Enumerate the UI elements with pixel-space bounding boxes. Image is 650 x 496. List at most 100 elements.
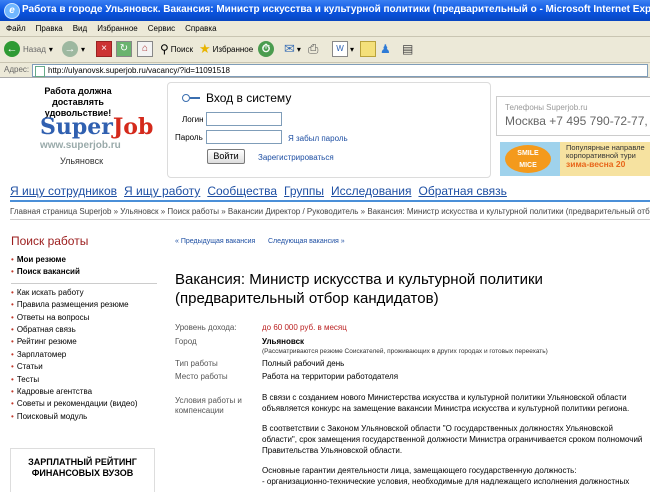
sidebar-item-label: Поисковый модуль [16,411,88,421]
address-bar: Адрес: http://ulyanovsk.superjob.ru/vaca… [0,63,650,78]
promo-text: Популярные направле корпоративной тури зим… [566,144,645,169]
sidebar-item[interactable]: • Как искать работу [11,287,161,299]
sidebar-item-my-resumes[interactable]: • Мои резюме [11,254,161,266]
home-button[interactable]: ⌂ [137,40,153,58]
prev-vacancy-link[interactable]: « Предыдущая вакансия [175,238,255,245]
favorites-button[interactable]: ★ Избранное [199,40,253,58]
research-button[interactable]: ▤ [402,40,413,58]
sidebar-item[interactable]: • Поисковый модуль [11,411,161,423]
sidebar-item-label: Обратная связь [16,325,76,335]
bullet-icon: • [11,362,14,372]
favorites-label: Избранное [212,44,254,54]
nav-employers[interactable]: Я ищу сотрудников [10,184,117,198]
chevron-down-icon: ▾ [296,44,301,54]
internet-explorer-icon: e [4,3,20,19]
promo-text-3: зима-весна 20 [566,159,626,169]
nav-research[interactable]: Исследования [331,184,411,198]
bullet-icon: • [11,349,14,359]
forward-arrow-icon: → [62,41,78,57]
sidebar-item-label: Статьи [16,362,43,372]
forward-button[interactable]: → ▾ [62,40,85,58]
sidebar-item[interactable]: • Обратная связь [11,324,161,336]
logo-url: www.superjob.ru [40,140,121,151]
logo-super: Super [40,114,113,140]
city-value: Ульяновск [262,337,305,346]
sidebar-item[interactable]: • Статьи [11,361,161,373]
sidebar-item[interactable]: • Кадровые агентства [11,386,161,398]
login-title-text: Вход в систему [206,91,292,105]
search-button[interactable]: ⚲ Поиск [160,40,193,58]
sidebar-item[interactable]: • Тесты [11,374,161,386]
sidebar-item[interactable]: • Правила размещения резюме [11,299,161,311]
key-icon [182,94,200,102]
promo-banner[interactable]: SMILE MICE Популярные направле корпоративн… [500,142,650,176]
menu-file[interactable]: Файл [6,21,26,36]
search-icon: ⚲ [160,42,169,56]
menu-view[interactable]: Вид [73,21,87,36]
back-label: Назад [23,44,46,54]
nav-communities[interactable]: Сообщества [207,184,277,198]
star-icon: ★ [199,41,211,56]
badge-line2: MICE [519,162,537,169]
password-input[interactable] [206,130,282,144]
sidebar-item-vacancy-search[interactable]: • Поиск вакансий [11,266,161,278]
vacancy-title: Вакансия: Министр искусства и культурной… [175,271,543,307]
stop-button[interactable]: × [96,40,112,58]
sidebar-item[interactable]: • Рейтинг резюме [11,336,161,348]
sidebar-item[interactable]: • Ответы на вопросы [11,312,161,324]
superjob-logo[interactable]: SuperJob [40,114,153,140]
bullet-icon: • [11,300,14,310]
bullet-icon: • [11,325,14,335]
sidebar-divider [11,279,157,284]
home-icon: ⌂ [137,41,153,57]
nav-feedback[interactable]: Обратная связь [418,184,506,198]
main-nav: Я ищу сотрудников Я ищу работу Сообщества Г… [10,184,514,198]
badge-line1: SMILE [517,150,539,157]
address-input[interactable]: http://ulyanovsk.superjob.ru/vacancy/?id… [32,64,648,77]
nav-jobseekers[interactable]: Я ищу работу [124,184,200,198]
register-link[interactable]: Зарегистрироваться [258,153,334,162]
breadcrumb[interactable]: Главная страница Superjob » Ульяновск » … [10,207,650,216]
mail-button[interactable]: ✉ ▾ [284,40,301,58]
worktype-value: Полный рабочий день [262,359,345,368]
discuss-button[interactable] [360,40,376,58]
bullet-icon: • [11,399,14,409]
toolbar: ← Назад ▾ → ▾ × ↻ ⌂ ⚲ Поиск ★ Избранное … [0,37,650,63]
menu-help[interactable]: Справка [185,21,216,36]
edit-button[interactable]: W ▾ [332,40,354,58]
print-icon: ⎙ [308,41,319,56]
note-icon [360,41,376,57]
sidebar-item-label: Ответы на вопросы [16,312,90,322]
history-icon: ⏱ [258,41,274,57]
sidebar-item[interactable]: • Советы и рекомендации (видео) [11,398,161,410]
phone-number: Москва +7 495 790-72-77, Н [505,114,650,128]
menu-tools[interactable]: Сервис [148,21,175,36]
logo-job: Job [112,114,154,140]
sidebar-item-label: Рейтинг резюме [16,337,77,347]
next-vacancy-link[interactable]: Следующая вакансия » [268,238,345,245]
sidebar-item[interactable]: • Зарплатомер [11,349,161,361]
sidebar-menu: • Мои резюме • Поиск вакансий • Как искать … [11,254,161,423]
messenger-button[interactable]: ♟ [380,40,391,58]
nav-groups[interactable]: Группы [284,184,324,198]
sidebar-title: Поиск работы [11,234,89,248]
refresh-button[interactable]: ↻ [116,40,132,58]
back-button[interactable]: ← Назад ▾ [4,40,53,58]
login-submit-button[interactable]: Войти [207,149,245,164]
password-label: Пароль [175,133,203,142]
forgot-password-link[interactable]: Я забыл пароль [288,134,348,143]
window-title-bar[interactable]: e Работа в городе Ульяновск. Вакансия: М… [0,0,650,21]
chevron-down-icon: ▾ [350,44,355,54]
menu-favorites[interactable]: Избранное [97,21,138,36]
income-value: до 60 000 руб. в месяц [262,323,347,332]
login-input[interactable] [206,112,282,126]
chevron-down-icon: ▾ [48,44,53,54]
menu-edit[interactable]: Правка [36,21,63,36]
salary-rating-banner[interactable]: ЗАРПЛАТНЫЙ РЕЙТИНГ ФИНАНСОВЫХ ВУЗОВ [10,448,155,492]
stop-icon: × [96,41,112,57]
worktype-label: Тип работы [175,359,218,368]
print-button[interactable]: ⎙ [308,40,318,58]
sidebar-item-label: Мои резюме [16,255,66,264]
history-button[interactable]: ⏱ [258,40,274,58]
description-paragraph: В связи с созданием нового Министерства … [262,393,630,413]
